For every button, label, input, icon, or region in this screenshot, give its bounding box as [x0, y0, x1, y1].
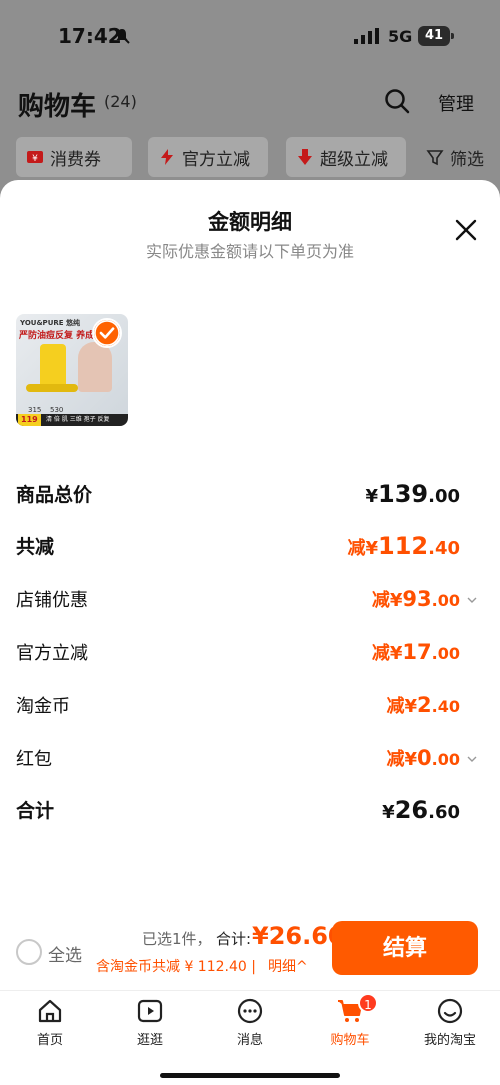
sum-value: ¥26.60 [382, 796, 460, 824]
filter-official[interactable]: 官方立减 [148, 137, 268, 177]
battery-icon: 41 [418, 26, 454, 46]
status-time: 17:42 [58, 24, 122, 48]
shop-discount-value: 减¥93.00 [371, 587, 460, 611]
filter-official-label: 官方立减 [182, 149, 250, 170]
row-shop-discount[interactable]: 店铺优惠 减¥93.00 [16, 586, 484, 616]
detail-toggle-link[interactable]: 明细^ [268, 956, 308, 976]
coin-reduce-line: 含淘金币共减 ¥ 112.40 | [96, 959, 256, 975]
muted-bell-icon [114, 28, 130, 44]
down-arrow-icon [298, 149, 312, 165]
checkout-button[interactable]: 结算 [332, 921, 478, 975]
product-bottle-base [26, 384, 78, 392]
row-goods-total: 商品总价 ¥139.00 [16, 480, 484, 514]
red-packet-label: 红包 [16, 749, 52, 770]
product-model [78, 342, 112, 392]
goods-total-value: ¥139.00 [365, 480, 460, 508]
tab-messages[interactable]: 消息 [200, 997, 300, 1057]
close-icon[interactable] [454, 218, 478, 242]
row-tao-coin: 淘金币 减¥2.40 [16, 692, 484, 722]
filter-super-label: 超级立减 [320, 149, 388, 170]
filter-button-label: 筛选 [450, 149, 484, 170]
select-all-label[interactable]: 全选 [48, 941, 82, 966]
home-icon [38, 999, 62, 1023]
product-bottle [40, 344, 66, 388]
official-reduce-label: 官方立减 [16, 643, 88, 664]
svg-text:¥: ¥ [32, 154, 38, 164]
search-icon[interactable] [384, 88, 410, 114]
filter-row: ¥ 消费券 官方立减 超级立减 筛选 [0, 137, 500, 177]
thumb-price-a: 315 [28, 406, 42, 414]
tab-messages-label: 消息 [236, 1033, 263, 1048]
tab-home-label: 首页 [36, 1033, 63, 1048]
tab-cart[interactable]: 1 购物车 [300, 993, 400, 1057]
total-value: ¥26.60 [252, 922, 345, 950]
row-red-packet[interactable]: 红包 减¥0.00 [16, 745, 484, 775]
sheet-title: 金额明细 [208, 210, 292, 234]
network-label: 5G [388, 27, 413, 46]
page-title: 购物车 [18, 92, 97, 122]
thumb-brand: YOU&PURE 悠纯 [20, 319, 80, 327]
chevron-down-icon[interactable] [466, 753, 478, 765]
signal-icon [354, 28, 379, 44]
tab-bar: 首页 逛逛 消息 1 购物车 我的淘宝 [0, 990, 500, 1085]
total-reduce-value: 减¥112.40 [347, 532, 460, 560]
sheet-subtitle: 实际优惠金额请以下单页为准 [145, 242, 354, 261]
tab-my-taobao[interactable]: 我的淘宝 [400, 997, 500, 1057]
filter-coupon-label: 消费券 [50, 149, 101, 170]
chevron-down-icon[interactable] [466, 594, 478, 606]
cart-badge: 1 [358, 993, 378, 1013]
tao-coin-label: 淘金币 [16, 696, 70, 717]
play-icon [137, 999, 163, 1023]
red-packet-value: 减¥0.00 [386, 746, 461, 770]
thumb-footer-price: 119 [18, 414, 41, 426]
funnel-icon [426, 150, 444, 166]
filter-button[interactable]: 筛选 [418, 137, 498, 177]
cart-count: (24) [104, 92, 137, 111]
official-reduce-value: 减¥17.00 [371, 640, 460, 664]
manage-button[interactable]: 管理 [438, 90, 474, 116]
tab-browse[interactable]: 逛逛 [100, 997, 200, 1057]
row-sum: 合计 ¥26.60 [16, 796, 484, 830]
filter-super[interactable]: 超级立减 [286, 137, 406, 177]
row-total-reduce: 共减 减¥112.40 [16, 532, 484, 566]
sum-label: 合计 [16, 800, 55, 822]
tab-cart-label: 购物车 [330, 1033, 370, 1048]
lightning-icon [161, 149, 173, 165]
home-indicator [160, 1073, 340, 1078]
selected-summary: 已选1件， [142, 930, 212, 948]
row-official-reduce: 官方立减 减¥17.00 [16, 639, 484, 669]
thumb-price-b: 530 [50, 406, 64, 414]
checkout-bar: 全选 已选1件， 合计: ¥26.60 含淘金币共减 ¥ 112.40 | 明细… [0, 920, 500, 986]
tab-browse-label: 逛逛 [136, 1033, 163, 1048]
cart-header: 购物车 (24) 管理 [0, 80, 500, 124]
goods-total-label: 商品总价 [16, 484, 93, 506]
checkmark-icon [92, 318, 122, 348]
chat-icon [237, 998, 263, 1024]
status-bar: 17:42 5G 41 [0, 0, 500, 72]
smile-icon [437, 998, 463, 1024]
shop-discount-label: 店铺优惠 [16, 590, 88, 611]
tab-home[interactable]: 首页 [0, 997, 100, 1057]
select-all-radio[interactable] [16, 939, 42, 965]
tab-my-taobao-label: 我的淘宝 [423, 1033, 476, 1048]
total-reduce-label: 共减 [16, 536, 55, 558]
tao-coin-value: 减¥2.40 [386, 693, 461, 717]
total-label: 合计: [216, 930, 252, 948]
coupon-icon: ¥ [27, 151, 43, 164]
thumb-footer-text: 清 倍 肌 三维 孢子 反复 [46, 416, 110, 423]
filter-coupon[interactable]: ¥ 消费券 [16, 137, 132, 177]
